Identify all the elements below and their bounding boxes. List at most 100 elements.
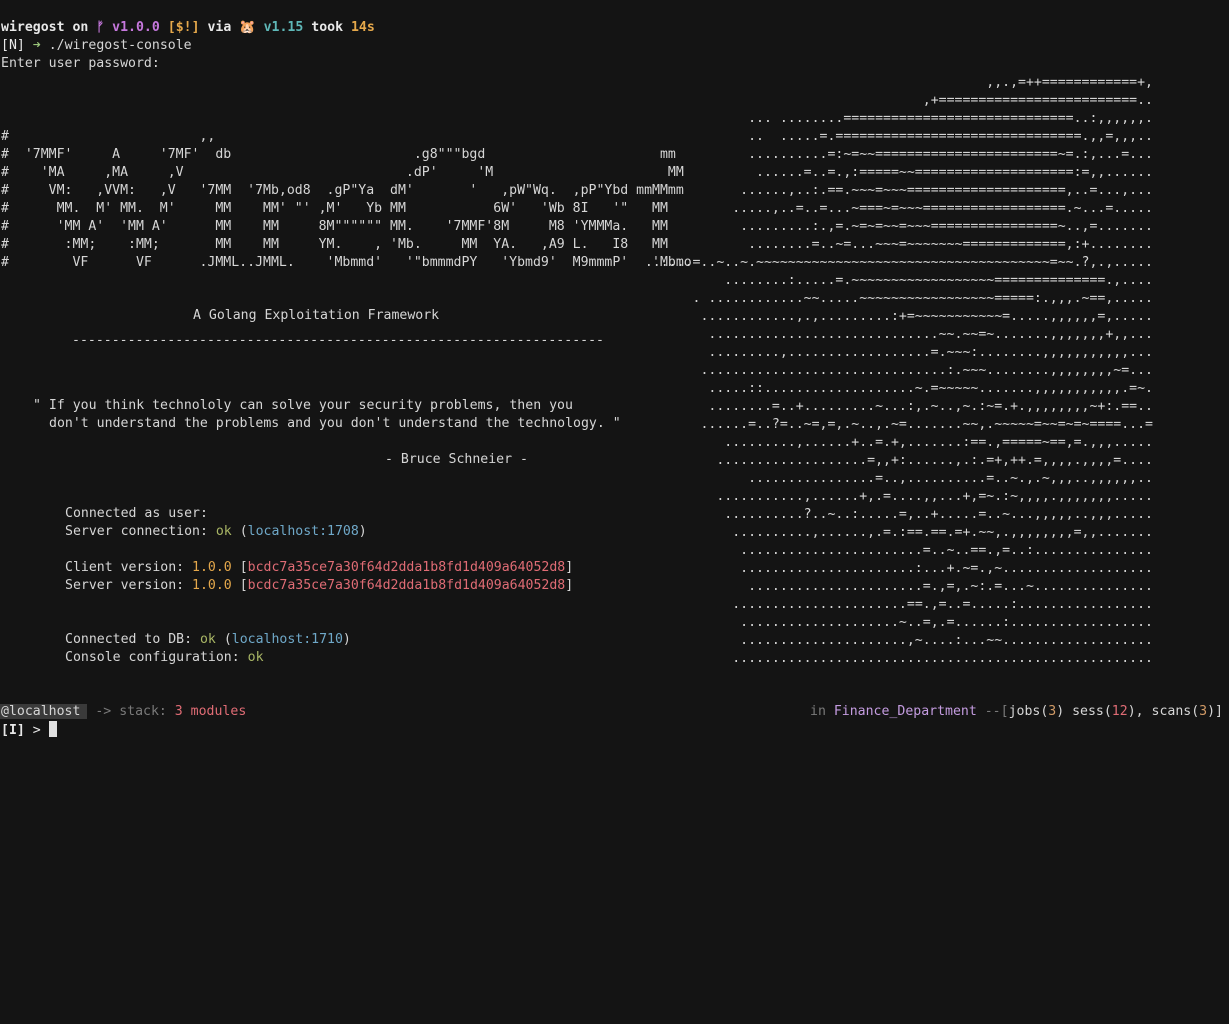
ascii-art-line: ............,.,.........:+=~~~~~~~~~~~=.… — [700, 309, 1153, 324]
ascii-art-line: .........,......+..=.+,.......:==.,=====… — [724, 435, 1153, 450]
prompt-symbol: > — [32, 723, 41, 738]
connected-as-label: Connected as user: — [65, 506, 208, 521]
ascii-art-line: .....................,~....:...~~.......… — [740, 633, 1153, 648]
command-line: [N] ➜ ./wiregost-console — [1, 37, 192, 55]
ascii-art-line: ........................................… — [732, 651, 1153, 666]
ascii-logo-line: # 'MA ,MA ,V .dP' 'M MM — [1, 165, 684, 180]
shell-user: wiregost — [1, 20, 65, 35]
ascii-art-line: ...................=,,+:......,.:.=+,++.… — [716, 453, 1153, 468]
scans-count: 3 — [1199, 704, 1208, 719]
ascii-art-line: ,+=========================.. — [922, 93, 1153, 108]
text-cursor[interactable] — [48, 721, 57, 737]
quote-line-1: " If you think technololy can solve your… — [33, 398, 573, 413]
banner-subtitle: A Golang Exploitation Framework — [193, 308, 440, 323]
ascii-art-line: ........=..~=...~~~=~~~~~~~=============… — [748, 237, 1153, 252]
console-input-line[interactable]: [I] > — [1, 721, 57, 740]
db-label: Connected to DB: — [65, 632, 200, 647]
ascii-art-line: ................=..,..........=..~.,.~,,… — [748, 471, 1153, 486]
stack-label: stack: — [119, 704, 167, 719]
status-bar-right: in Finance_Department --[jobs( 3 ) sess(12… — [810, 703, 1223, 721]
ascii-logo-line: # '7MMF' A '7MF' db .g8"""bgd mm — [1, 147, 676, 162]
shell-on-label: on — [64, 20, 97, 35]
jobs-label: jobs( — [1008, 704, 1049, 719]
sess-count: 12 — [1111, 704, 1128, 719]
ascii-art-line: ......................=.,=,.~:.=...~....… — [748, 579, 1153, 594]
db-connection-row: Connected to DB: ok (localhost:1710) — [65, 632, 351, 647]
host-chip: @localhost — [0, 704, 88, 719]
ascii-art-line: .............................~~.~~=~....… — [708, 327, 1153, 342]
input-mode-indicator: [I] — [1, 723, 25, 738]
scans-label: ), scans( — [1127, 704, 1200, 719]
quote-author: - Bruce Schneier - — [385, 452, 528, 467]
vi-mode-indicator: [N] — [1, 38, 25, 53]
ascii-logo-line: # MM. M' MM. M' MM MM' "' ,M' Yb MM 6W' … — [1, 201, 668, 216]
client-commit-hash: bcdc7a35ce7a30f64d2dda1b8fd1d409a64052d8 — [247, 560, 566, 575]
ascii-art-line: ..........,......,.=.:==.==.=+.~~,.,,,,,… — [732, 525, 1153, 540]
ascii-art-line: .......................=..~..==.,=..:...… — [740, 543, 1153, 558]
ascii-logo-line: # ,, — [1, 129, 216, 144]
ascii-art-line: ... ........============================… — [748, 111, 1153, 126]
server-connection-row: Server connection: ok (localhost:1708) — [65, 524, 367, 539]
ascii-art-line: ......,..:.==.~~~=~~~===================… — [740, 183, 1153, 198]
stack-count: 3 modules — [174, 704, 247, 719]
ascii-art-line: ..........=:~=~~=======================~… — [748, 147, 1153, 162]
db-host: localhost:1710 — [231, 632, 343, 647]
server-host: localhost:1708 — [247, 524, 359, 539]
shell-took-label: took — [303, 20, 351, 35]
ascii-art-line: ......................:...+.~=.,~.......… — [740, 561, 1153, 576]
banner-divider: ----------------------------------------… — [72, 333, 602, 348]
quote-line-2: don't understand the problems and you do… — [49, 416, 621, 431]
ascii-art-line: ..........?..~..:.....=,..+.....=..~...,… — [724, 507, 1153, 522]
status-dashes: --[ — [984, 704, 1009, 719]
ascii-logo-line: # VF VF .JMML..JMML. 'Mbmmd' '"bmmmdPY '… — [1, 255, 692, 270]
ascii-art-line: ........=..+.........~...:,.~..,~.:~=.+.… — [708, 399, 1153, 414]
password-prompt: Enter user password: — [1, 56, 160, 71]
ascii-art-line: ...............................:.~~~....… — [700, 363, 1153, 378]
status-close: )] — [1207, 704, 1223, 719]
client-version-row: Client version: 1.0.0 [bcdc7a35ce7a30f64… — [65, 560, 574, 575]
shell-via-label: via — [199, 20, 240, 35]
server-version-value: 1.0.0 — [192, 578, 232, 593]
console-config-label: Console configuration: — [65, 650, 248, 665]
server-commit-hash: bcdc7a35ce7a30f64d2dda1b8fd1d409a64052d8 — [247, 578, 566, 593]
workspace-name: Finance_Department — [833, 704, 977, 719]
console-config-status: ok — [247, 650, 264, 665]
ascii-art-line: ........:.....=.~~~~~~~~~~~~~~~~~~======… — [724, 273, 1153, 288]
server-version-row: Server version: 1.0.0 [bcdc7a35ce7a30f64… — [65, 578, 574, 593]
stack-arrow: -> — [95, 704, 112, 719]
go-version: v1.15 — [263, 20, 304, 35]
client-version-label: Client version: — [65, 560, 193, 575]
db-status: ok — [199, 632, 216, 647]
ascii-art-line: .........:.,=.~=~=~~=~~~================… — [740, 219, 1153, 234]
git-status: [$!] — [167, 20, 200, 35]
sess-label: ) sess( — [1056, 704, 1112, 719]
go-gopher-icon: 🐹 — [239, 20, 256, 35]
terminal-window[interactable]: wiregost on ᚠ v1.0.0 [$!] via 🐹 v1.15 to… — [0, 0, 1229, 1024]
ascii-art-line: ......=..=.,:=====~~====================… — [756, 165, 1153, 180]
ascii-logo: # ,, # '7MMF' A '7MF' db .g8"""bgd mm # 'M… — [1, 128, 692, 272]
git-branch-icon: ᚠ — [96, 20, 105, 35]
prompt-arrow-icon: ➜ — [32, 38, 41, 53]
ascii-art-line: . ............~~.....~~~~~~~~~~~~~~~~~==… — [692, 291, 1154, 306]
ascii-logo-line: # :MM; :MM; MM MM YM. , 'Mb. MM YA. ,A9 … — [1, 237, 668, 252]
server-version-label: Server version: — [65, 578, 193, 593]
ascii-art-line: ......................==.,=..=.....:....… — [732, 597, 1153, 612]
ascii-art-line: .....::...................~.=~~~~~......… — [708, 381, 1153, 396]
ascii-art-line: ....................~..=,.=......:......… — [740, 615, 1153, 630]
workspace-in-label: in — [810, 704, 826, 719]
git-version: v1.0.0 — [112, 20, 160, 35]
status-bar-left: @localhost -> stack: 3 modules — [0, 703, 246, 721]
command-text: ./wiregost-console — [48, 38, 192, 53]
ascii-art-line: ...........,......+,.=....,,...+,=~.:~,,… — [716, 489, 1153, 504]
ascii-logo-line: # 'MM A' 'MM A' MM MM 8M"""""" MM. '7MMF… — [1, 219, 668, 234]
ascii-art-line: ,,.,=++============+, — [986, 75, 1153, 90]
ascii-art-line: .....,..=..=...~===~=~~~================… — [732, 201, 1153, 216]
console-config-row: Console configuration: ok — [65, 649, 264, 667]
server-connection-label: Server connection: — [65, 524, 216, 539]
ascii-art-line: ......=..~..~.~~~~~~~~~~~~~~~~~~~~~~~~~~… — [644, 255, 1153, 270]
ascii-art-line: .........,..................=.~~~:......… — [708, 345, 1153, 360]
ascii-art-line: ......=..?=..~=,=,.~..,.~=.......~~,.~~~… — [700, 417, 1153, 432]
ascii-logo-line: # VM: ,VVM: ,V '7MM '7Mb,od8 .gP"Ya dM' … — [1, 183, 684, 198]
shell-prompt-line: wiregost on ᚠ v1.0.0 [$!] via 🐹 v1.15 to… — [1, 19, 375, 37]
command-duration: 14s — [350, 20, 375, 35]
